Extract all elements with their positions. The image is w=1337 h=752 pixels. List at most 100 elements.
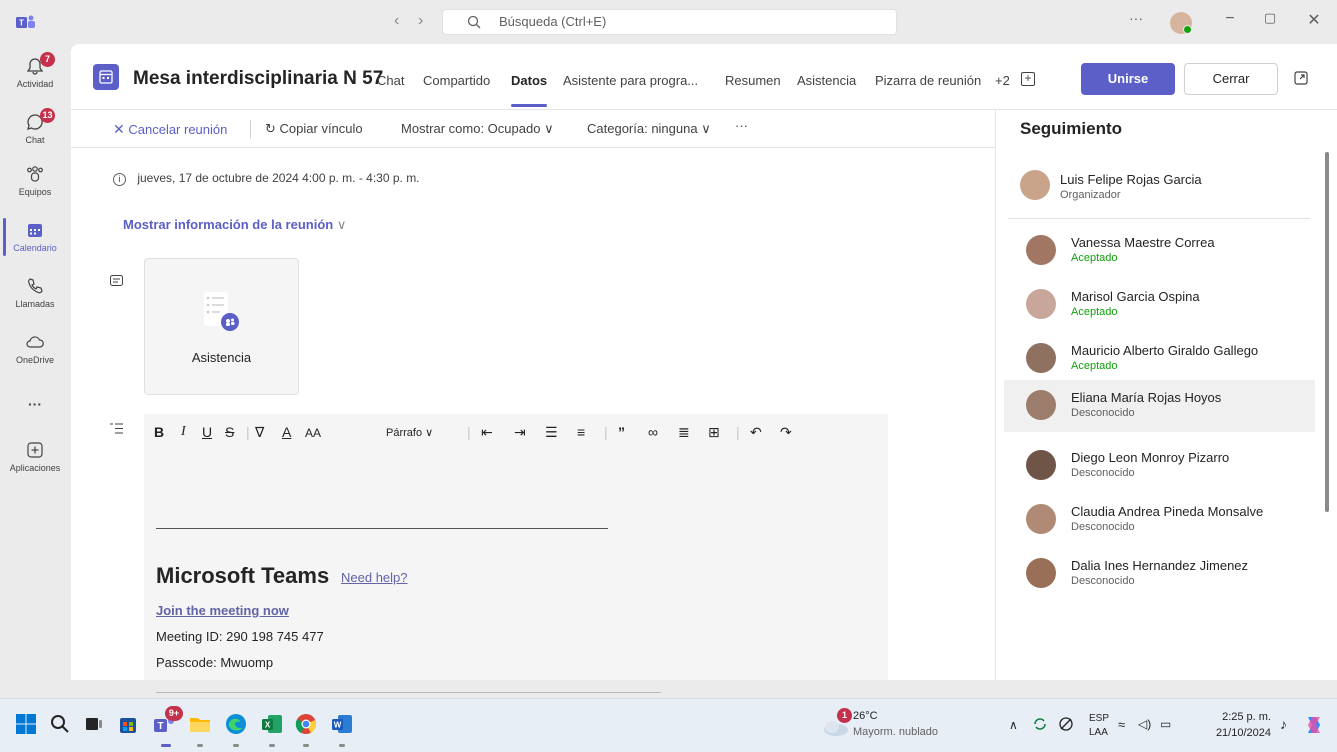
- rail-item-apps[interactable]: Aplicaciones: [0, 440, 70, 473]
- store-icon[interactable]: [116, 712, 140, 736]
- outdent-icon[interactable]: ⇤: [481, 424, 493, 441]
- tab-attendance[interactable]: Asistencia: [797, 73, 856, 88]
- cloud-icon: [26, 336, 44, 348]
- copilot-icon[interactable]: [1302, 713, 1326, 737]
- copy-link-label: Copiar vínculo: [279, 121, 363, 136]
- separator: |: [604, 424, 608, 440]
- close-window-icon[interactable]: ✕: [1294, 10, 1334, 30]
- rail-item-activity[interactable]: Actividad 7: [0, 52, 70, 89]
- person-name: Vanessa Maestre Correa: [1071, 235, 1215, 250]
- need-help-link[interactable]: Need help?: [341, 570, 408, 585]
- tab-details[interactable]: Datos: [511, 73, 547, 88]
- show-as-dropdown[interactable]: Mostrar como: Ocupado ∨: [401, 121, 554, 137]
- forward-arrow-icon[interactable]: ›: [418, 12, 423, 30]
- rail-more-button[interactable]: ···: [0, 396, 70, 412]
- rail-item-chat[interactable]: Chat 13: [0, 108, 70, 145]
- link-icon: ↻: [265, 121, 276, 136]
- attendee-row[interactable]: Mauricio Alberto Giraldo Gallego Aceptad…: [1004, 333, 1315, 385]
- person-status: Desconocido: [1071, 467, 1135, 479]
- attendee-row[interactable]: Dalia Ines Hernandez Jimenez Desconocido: [1004, 548, 1315, 600]
- rail-item-onedrive[interactable]: OneDrive: [0, 332, 70, 365]
- organizer-row[interactable]: Luis Felipe Rojas Garcia Organizador: [1004, 162, 1315, 214]
- add-tab-icon[interactable]: +: [1021, 72, 1035, 86]
- running-indicator: [269, 744, 275, 747]
- tab-shared[interactable]: Compartido: [423, 73, 490, 88]
- notification-bell-icon[interactable]: ♪: [1280, 716, 1287, 732]
- more-options-button[interactable]: ···: [1116, 10, 1156, 26]
- search-placeholder: Búsqueda (Ctrl+E): [499, 14, 607, 29]
- tab-chat[interactable]: Chat: [377, 73, 404, 88]
- rail-item-calls[interactable]: Llamadas: [0, 276, 70, 309]
- show-meeting-info-button[interactable]: Mostrar información de la reunión ∨: [123, 217, 346, 233]
- align-icon[interactable]: ≣: [678, 424, 690, 441]
- attendee-row[interactable]: Diego Leon Monroy Pizarro Desconocido: [1004, 440, 1315, 492]
- tab-more[interactable]: +2: [995, 73, 1010, 88]
- edge-icon[interactable]: [224, 712, 248, 736]
- back-arrow-icon[interactable]: ‹: [394, 12, 399, 30]
- italic-icon[interactable]: I: [181, 424, 186, 440]
- attendee-row[interactable]: Eliana María Rojas Hoyos Desconocido: [1004, 380, 1315, 432]
- person-status: Aceptado: [1071, 360, 1118, 372]
- scrollbar[interactable]: [1325, 152, 1329, 512]
- attendee-row[interactable]: Claudia Andrea Pineda Monsalve Desconoci…: [1004, 494, 1315, 546]
- table-icon[interactable]: ⊞: [708, 424, 720, 441]
- word-icon[interactable]: W: [330, 712, 354, 736]
- font-color-icon[interactable]: A: [282, 424, 291, 440]
- restore-icon[interactable]: ▢: [1250, 10, 1290, 26]
- bullet-list-icon[interactable]: ☰: [545, 424, 558, 441]
- tab-summary[interactable]: Resumen: [725, 73, 781, 88]
- undo-icon[interactable]: ↶: [750, 424, 762, 441]
- wifi-icon[interactable]: ≈: [1118, 717, 1125, 732]
- close-button[interactable]: Cerrar: [1184, 63, 1278, 95]
- paragraph-dropdown[interactable]: Párrafo ∨: [386, 426, 433, 439]
- battery-icon[interactable]: ▭: [1160, 717, 1171, 731]
- text-format-icon: [110, 423, 123, 434]
- excel-icon[interactable]: X: [260, 712, 284, 736]
- tab-scheduling-assistant[interactable]: Asistente para progra...: [563, 73, 698, 88]
- toolbar-more-button[interactable]: ···: [735, 118, 748, 133]
- indent-icon[interactable]: ⇥: [514, 424, 526, 441]
- link-icon[interactable]: ∞: [648, 424, 658, 440]
- strikethrough-icon[interactable]: S: [225, 424, 234, 440]
- popout-icon[interactable]: [1294, 71, 1308, 85]
- description-icon: [110, 275, 123, 286]
- active-tab-indicator: [511, 104, 547, 107]
- vpn-icon[interactable]: [1058, 716, 1074, 732]
- rail-item-calendar[interactable]: Calendario: [0, 220, 70, 253]
- datetime-text: jueves, 17 de octubre de 2024 4:00 p. m.…: [137, 171, 420, 185]
- underline-icon[interactable]: U: [202, 424, 212, 440]
- language-indicator[interactable]: ESP: [1089, 713, 1109, 724]
- search-icon[interactable]: [48, 712, 72, 736]
- tab-whiteboard[interactable]: Pizarra de reunión: [875, 73, 981, 88]
- join-meeting-link[interactable]: Join the meeting now: [156, 603, 289, 618]
- task-view-icon[interactable]: [82, 712, 106, 736]
- attendee-row[interactable]: Vanessa Maestre Correa Aceptado: [1004, 225, 1315, 277]
- chrome-icon[interactable]: [294, 712, 318, 736]
- rail-item-teams[interactable]: Equipos: [0, 164, 70, 197]
- user-avatar[interactable]: [1170, 12, 1192, 34]
- separator-line: [156, 528, 608, 529]
- clock-time[interactable]: 2:25 p. m.: [1197, 711, 1271, 723]
- join-button[interactable]: Unirse: [1081, 63, 1175, 95]
- quote-icon[interactable]: ”: [618, 424, 625, 440]
- numbered-list-icon[interactable]: ≡: [577, 424, 585, 440]
- search-input[interactable]: Búsqueda (Ctrl+E): [442, 9, 897, 35]
- bold-icon[interactable]: B: [154, 424, 164, 440]
- tracking-divider: [1008, 218, 1310, 219]
- file-explorer-icon[interactable]: [188, 712, 212, 736]
- highlight-icon[interactable]: ∇: [255, 424, 264, 441]
- running-indicator: [197, 744, 203, 747]
- volume-icon[interactable]: ◁): [1138, 717, 1151, 731]
- font-size-icon[interactable]: AA: [305, 426, 321, 440]
- cancel-meeting-button[interactable]: ✕ Cancelar reunión: [113, 121, 227, 138]
- copy-link-button[interactable]: ↻ Copiar vínculo: [265, 121, 363, 137]
- windows-start-icon[interactable]: [14, 712, 38, 736]
- show-hidden-icons[interactable]: ∧: [1009, 718, 1018, 732]
- redo-icon[interactable]: ↷: [780, 424, 792, 441]
- sync-icon[interactable]: [1032, 716, 1048, 732]
- category-label: Categoría: ninguna: [587, 121, 698, 136]
- category-dropdown[interactable]: Categoría: ninguna ∨: [587, 121, 711, 137]
- attendee-row[interactable]: Marisol Garcia Ospina Aceptado: [1004, 279, 1315, 331]
- minimize-icon[interactable]: −: [1210, 10, 1250, 28]
- chevron-down-icon: ∨: [544, 121, 554, 136]
